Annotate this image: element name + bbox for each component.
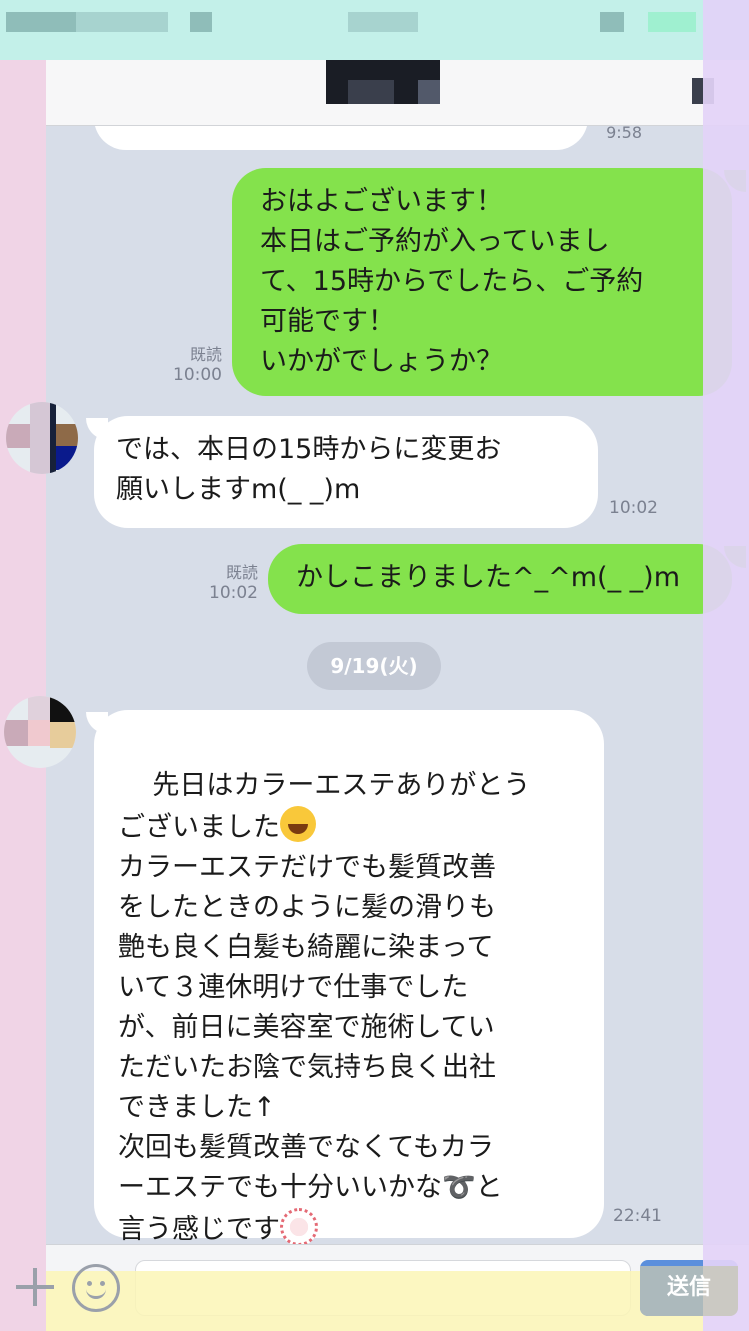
contact-avatar[interactable] (4, 696, 76, 768)
message-incoming[interactable]: では、本日の15時からに変更お 願いしますm(_ _)m (94, 416, 598, 528)
message-outgoing[interactable]: かしこまりました^_^m(_ _)m (268, 544, 732, 614)
chat-area[interactable]: 9:58 おはよございます！ 本日はご予約が入っていまし て、15時からでしたら… (0, 126, 749, 1244)
send-button-label: 送信 (666, 1275, 711, 1300)
status-redacted-block (348, 12, 418, 32)
status-redacted-block (600, 12, 624, 32)
plus-icon[interactable] (14, 1266, 56, 1308)
contact-name-redacted (418, 80, 440, 104)
overlay-right-strip (703, 0, 749, 1331)
contact-avatar[interactable] (6, 402, 78, 474)
message-text: 先日はカラーエステありがとう ございました (118, 770, 531, 843)
overlay-bottom-strip (46, 1271, 703, 1331)
status-redacted-block (6, 12, 76, 32)
status-redacted-block (76, 12, 168, 32)
message-text: カラーエステだけでも髪質改善 をしたときのように髪の滑りも 艶も良く白髪も綺麗に… (118, 852, 503, 1244)
read-status: 既読 (189, 345, 222, 364)
read-receipt: 既読 10:02 (196, 562, 258, 604)
read-receipt: 既読 10:00 (160, 344, 222, 386)
message-time: 9:58 (606, 126, 642, 142)
grinning-face-emoji-icon (280, 806, 316, 842)
message-time: 22:41 (613, 1206, 662, 1226)
message-time: 10:02 (209, 583, 258, 603)
bubble-tail (86, 712, 108, 734)
chat-header (0, 60, 749, 126)
contact-name-redacted (348, 80, 394, 104)
message-outgoing[interactable]: おはよございます！ 本日はご予約が入っていまし て、15時からでしたら、ご予約 … (232, 168, 732, 396)
flower-stamp-emoji-icon (280, 1208, 318, 1244)
message-incoming[interactable]: 先日はカラーエステありがとう ございました カラーエステだけでも髪質改善 をした… (94, 710, 604, 1244)
emoji-icon[interactable] (72, 1264, 120, 1312)
status-redacted-block (648, 12, 696, 32)
status-bar (0, 0, 749, 60)
message-incoming[interactable] (94, 126, 588, 150)
bubble-tail (86, 418, 108, 440)
date-separator: 9/19(火) (307, 642, 441, 690)
message-time: 10:02 (609, 498, 658, 518)
message-time: 10:00 (173, 365, 222, 385)
read-status: 既読 (225, 563, 258, 582)
status-redacted-block (190, 12, 212, 32)
